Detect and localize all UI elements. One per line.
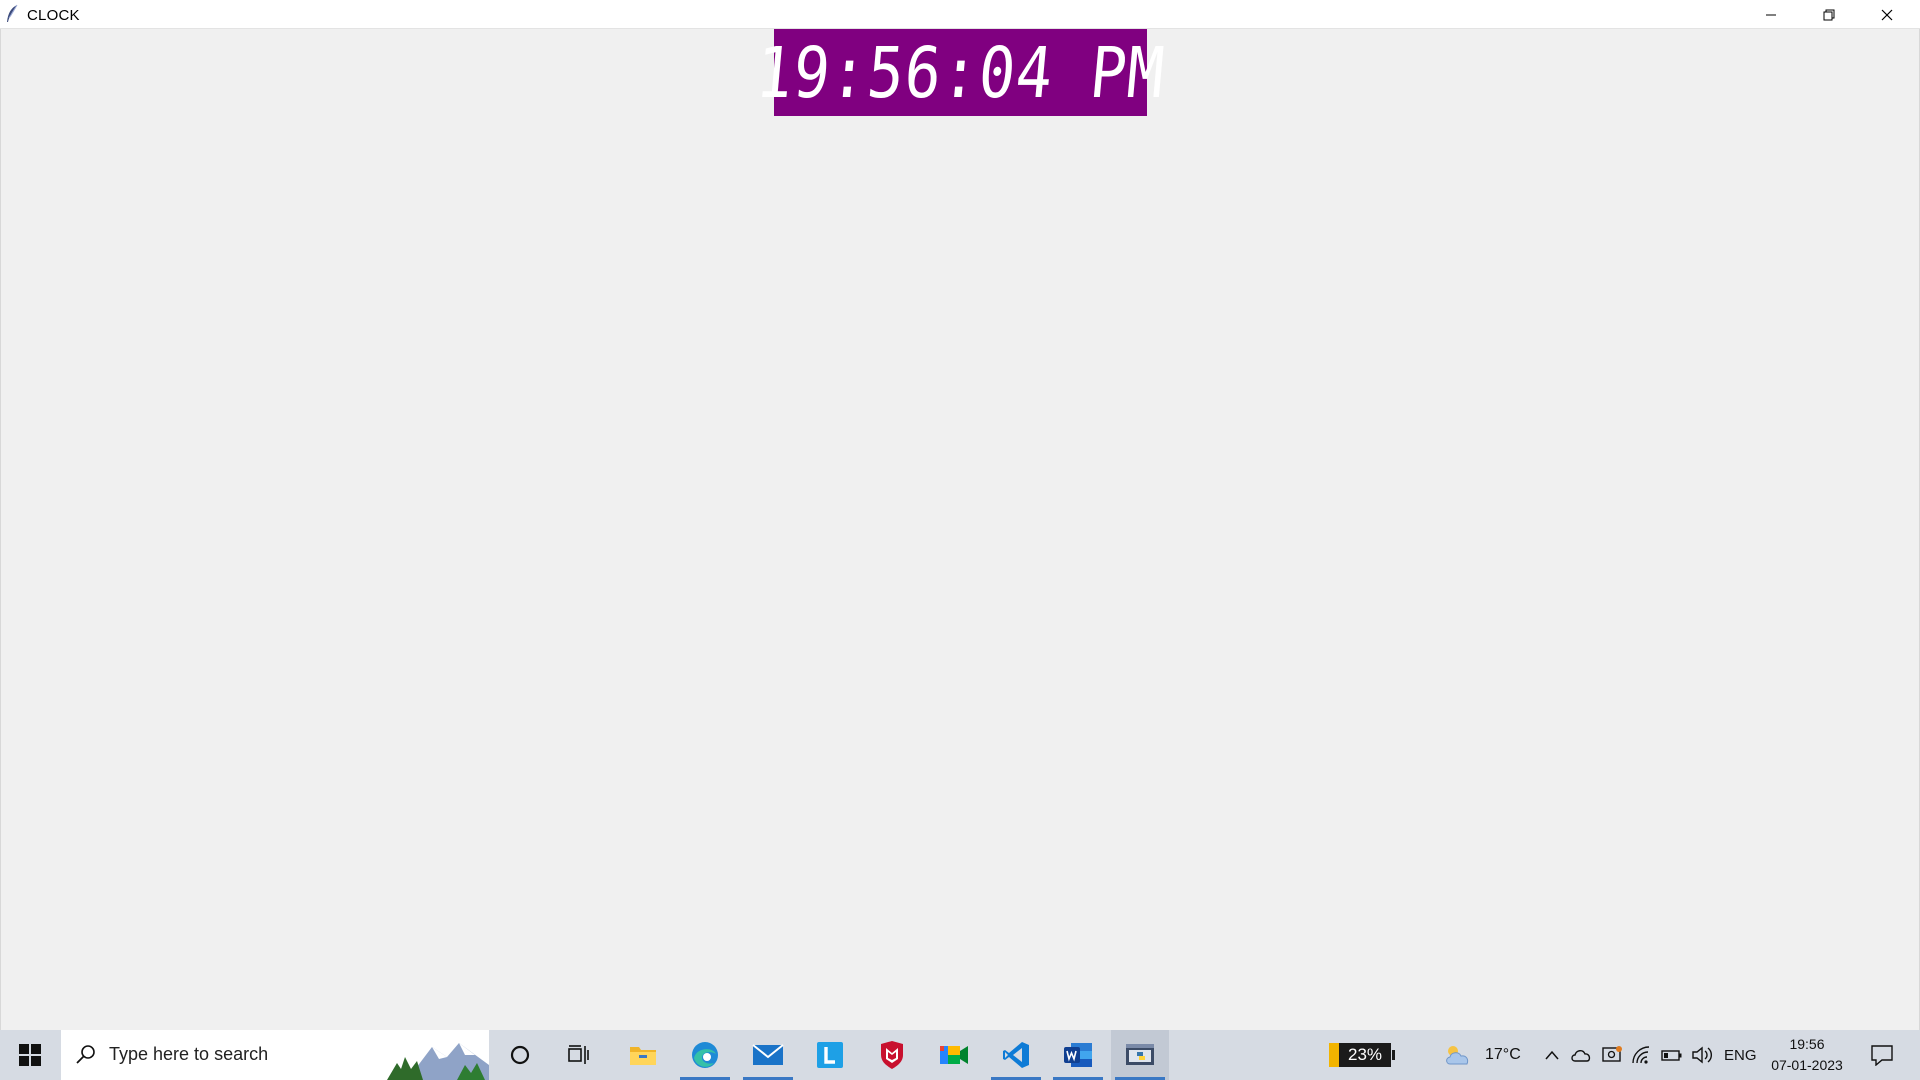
weather-widget-icon[interactable]	[1443, 1041, 1473, 1069]
circle-icon	[510, 1045, 530, 1065]
taskbar: Type here to search 23% 17°C ENG 19:56 0…	[0, 1030, 1920, 1080]
taskbar-l-app-button[interactable]	[801, 1030, 859, 1080]
taskbar-cortana-button[interactable]	[491, 1030, 549, 1080]
search-placeholder: Type here to search	[109, 1044, 269, 1064]
taskbar-edge-button[interactable]	[676, 1030, 734, 1080]
mcafee-shield-icon	[881, 1041, 903, 1069]
language-indicator[interactable]: ENG	[1724, 1030, 1757, 1080]
minimize-button[interactable]	[1742, 0, 1800, 29]
folder-icon	[630, 1047, 656, 1065]
taskbar-meet-button[interactable]	[925, 1030, 983, 1080]
battery-icon	[1661, 1050, 1682, 1061]
feather-icon	[5, 4, 19, 24]
network-card-tray-button[interactable]	[1600, 1043, 1624, 1067]
taskbar-mcafee-button[interactable]	[863, 1030, 921, 1080]
search-icon	[76, 1045, 95, 1064]
minimize-icon	[1766, 14, 1776, 15]
taskbar-time: 19:56	[1789, 1036, 1825, 1052]
taskbar-date: 07-01-2023	[1771, 1057, 1843, 1073]
onedrive-tray-button[interactable]	[1569, 1043, 1593, 1067]
cloud-sun-icon	[1446, 1046, 1469, 1065]
window-title-bar[interactable]: CLOCK	[0, 0, 1920, 29]
taskbar-file-explorer-button[interactable]	[614, 1030, 672, 1080]
volume-tray-button[interactable]	[1690, 1043, 1714, 1067]
video-camera-icon	[940, 1046, 968, 1064]
window-client-area: 19:56:04 PM	[0, 29, 1920, 1030]
taskbar-word-button[interactable]	[1049, 1030, 1107, 1080]
taskbar-python-app-button[interactable]	[1111, 1030, 1169, 1080]
battery-percent-text: 23%	[1347, 1045, 1383, 1064]
notifications-button[interactable]	[1867, 1043, 1897, 1067]
taskbar-vscode-button[interactable]	[987, 1030, 1045, 1080]
taskbar-task-view-button[interactable]	[550, 1030, 608, 1080]
search-highlight-art-icon	[387, 1043, 489, 1080]
taskbar-search-box[interactable]: Type here to search	[61, 1030, 489, 1080]
mail-icon	[752, 1044, 784, 1065]
restore-button[interactable]	[1800, 0, 1858, 29]
restore-icon	[1823, 9, 1835, 20]
display-settings-icon	[1602, 1046, 1622, 1062]
weather-temperature[interactable]: 17°C	[1485, 1030, 1521, 1080]
clock-time-label: 19:56:04 PM	[752, 31, 1169, 114]
l-letter-icon	[817, 1042, 843, 1068]
window-title: CLOCK	[27, 7, 80, 24]
start-button[interactable]	[0, 1030, 60, 1080]
close-icon	[1881, 9, 1893, 20]
chevron-up-icon	[1545, 1050, 1559, 1060]
task-view-icon	[568, 1045, 589, 1064]
battery-percent-badge[interactable]: 23%	[1329, 1043, 1395, 1067]
cloud-icon	[1571, 1050, 1591, 1062]
notification-center-icon	[1871, 1045, 1893, 1066]
taskbar-clock[interactable]: 19:56 07-01-2023	[1760, 1034, 1854, 1078]
vscode-icon	[1003, 1042, 1029, 1068]
speaker-icon	[1692, 1046, 1712, 1064]
show-hidden-icons-button[interactable]	[1540, 1043, 1564, 1067]
word-icon	[1064, 1043, 1092, 1067]
python-window-icon	[1126, 1044, 1154, 1065]
wifi-tray-button[interactable]	[1629, 1043, 1653, 1067]
wifi-icon	[1632, 1046, 1650, 1064]
taskbar-mail-button[interactable]	[739, 1030, 797, 1080]
windows-logo-icon	[19, 1044, 41, 1066]
edge-icon	[692, 1042, 718, 1068]
battery-tray-button[interactable]	[1660, 1043, 1684, 1067]
close-button[interactable]	[1858, 0, 1916, 29]
